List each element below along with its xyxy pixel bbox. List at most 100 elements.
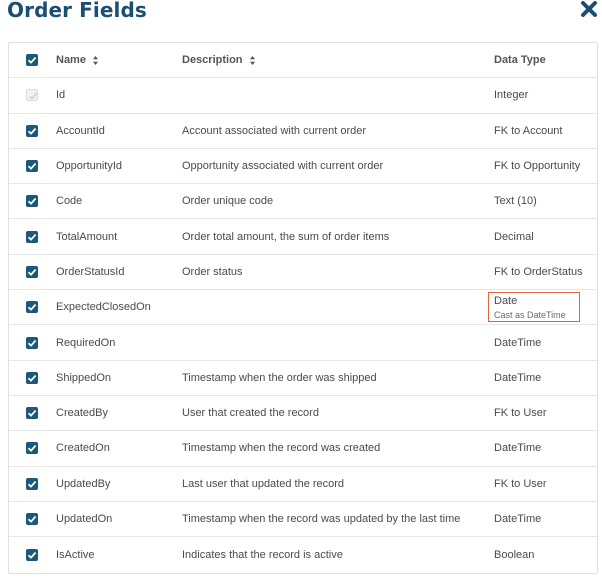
row-checkbox-cell[interactable] bbox=[26, 255, 40, 289]
field-name: ShippedOn bbox=[56, 371, 112, 384]
row-checkbox[interactable] bbox=[26, 477, 38, 490]
table-row[interactable]: TotalAmount Order total amount, the sum o… bbox=[9, 220, 597, 255]
check-icon bbox=[27, 57, 37, 64]
table-row[interactable]: OpportunityId Opportunity associated with… bbox=[9, 149, 597, 185]
field-name: UpdatedBy bbox=[56, 477, 111, 490]
row-checkbox[interactable] bbox=[26, 195, 38, 208]
table-row[interactable]: ShippedOn Timestamp when the order was sh… bbox=[9, 361, 597, 396]
sort-icon[interactable] bbox=[249, 55, 256, 66]
field-name: RequiredOn bbox=[56, 336, 116, 349]
row-checkbox[interactable] bbox=[26, 160, 38, 173]
row-checkbox-cell[interactable] bbox=[26, 361, 40, 395]
field-description: Order status bbox=[182, 265, 243, 278]
row-checkbox-cell[interactable] bbox=[26, 502, 40, 536]
check-icon bbox=[28, 93, 38, 101]
table-row[interactable]: AccountId Account associated with current… bbox=[9, 114, 597, 149]
check-icon bbox=[27, 374, 37, 382]
row-checkbox-cell[interactable] bbox=[26, 290, 40, 324]
check-icon bbox=[27, 480, 37, 488]
row-checkbox[interactable] bbox=[26, 265, 38, 278]
field-description: Order total amount, the sum of order ite… bbox=[182, 230, 390, 243]
check-icon bbox=[27, 127, 37, 135]
field-data-type: FK to Opportunity bbox=[494, 160, 581, 173]
row-checkbox[interactable] bbox=[26, 336, 38, 349]
field-data-type: DateTime bbox=[494, 513, 542, 526]
row-checkbox-cell[interactable] bbox=[26, 431, 40, 465]
row-checkbox-cell[interactable] bbox=[26, 114, 40, 148]
row-checkbox[interactable] bbox=[26, 371, 38, 384]
row-checkbox-cell[interactable] bbox=[26, 467, 40, 501]
row-checkbox-cell bbox=[26, 78, 40, 112]
check-icon bbox=[27, 410, 37, 417]
row-checkbox-cell[interactable] bbox=[26, 396, 40, 430]
data-type-value: Date bbox=[494, 294, 518, 307]
row-checkbox-cell[interactable] bbox=[26, 149, 40, 183]
field-data-type: DateTime bbox=[494, 442, 542, 455]
header-name-label: Name bbox=[56, 54, 86, 67]
row-checkbox-cell[interactable] bbox=[26, 220, 40, 254]
field-data-type: Decimal bbox=[494, 230, 534, 243]
check-icon bbox=[27, 304, 37, 312]
field-name: IsActive bbox=[56, 548, 95, 561]
field-description: Timestamp when the order was shipped bbox=[182, 371, 377, 384]
field-name: Code bbox=[56, 195, 83, 208]
check-icon bbox=[27, 445, 37, 453]
header-description-label: Description bbox=[182, 54, 243, 67]
row-checkbox[interactable] bbox=[26, 442, 38, 455]
field-name: OrderStatusId bbox=[56, 265, 125, 278]
header-data-type-label: Data Type bbox=[494, 54, 546, 67]
select-all-checkbox[interactable] bbox=[26, 54, 38, 67]
check-icon bbox=[27, 339, 37, 347]
table-row[interactable]: CreatedBy User that created the record FK … bbox=[9, 396, 597, 432]
field-name: UpdatedOn bbox=[56, 513, 113, 526]
row-checkbox-cell[interactable] bbox=[26, 325, 40, 359]
close-icon[interactable] bbox=[580, 0, 598, 18]
row-checkbox-cell[interactable] bbox=[26, 537, 40, 572]
row-checkbox[interactable] bbox=[26, 301, 38, 314]
select-all-cell[interactable] bbox=[26, 43, 40, 77]
field-data-type: FK to User bbox=[494, 477, 547, 490]
table-row[interactable]: IsActive Indicates that the record is act… bbox=[9, 537, 597, 572]
row-checkbox[interactable] bbox=[26, 407, 38, 420]
field-description: Indicates that the record is active bbox=[182, 548, 343, 561]
field-description: User that created the record bbox=[182, 407, 319, 420]
field-name: ExpectedClosedOn bbox=[56, 301, 151, 314]
field-name: TotalAmount bbox=[56, 230, 118, 243]
field-data-type: Date Cast as DateTime bbox=[494, 290, 566, 324]
table-row[interactable]: ExpectedClosedOn Date Cast as DateTime bbox=[9, 290, 597, 326]
row-checkbox[interactable] bbox=[26, 124, 38, 137]
table-row[interactable]: RequiredOn DateTime bbox=[9, 325, 597, 361]
fields-table: Name Description Data Type Id Integer Acco… bbox=[8, 42, 598, 574]
table-row[interactable]: UpdatedBy Last user that updated the reco… bbox=[9, 467, 597, 502]
check-icon bbox=[27, 233, 37, 241]
table-row[interactable]: UpdatedOn Timestamp when the record was u… bbox=[9, 502, 597, 538]
check-icon bbox=[27, 515, 37, 523]
field-name: CreatedOn bbox=[56, 442, 110, 455]
field-name: CreatedBy bbox=[56, 407, 108, 420]
table-row[interactable]: Id Integer bbox=[9, 78, 597, 114]
field-data-type: FK to Account bbox=[494, 124, 563, 137]
field-description: Account associated with current order bbox=[182, 124, 367, 137]
field-name: OpportunityId bbox=[56, 160, 123, 173]
field-description: Timestamp when the record was updated by… bbox=[182, 513, 461, 526]
row-checkbox bbox=[26, 89, 38, 102]
field-data-type: FK to OrderStatus bbox=[494, 265, 583, 278]
table-row[interactable]: Code Order unique code Text (10) bbox=[9, 184, 597, 220]
table-row[interactable]: OrderStatusId Order status FK to OrderStat… bbox=[9, 255, 597, 291]
field-data-type: DateTime bbox=[494, 336, 542, 349]
check-icon bbox=[27, 198, 37, 206]
header-description[interactable]: Description bbox=[182, 43, 256, 77]
row-checkbox-cell[interactable] bbox=[26, 184, 40, 218]
row-checkbox[interactable] bbox=[26, 513, 38, 526]
field-name: AccountId bbox=[56, 124, 105, 137]
row-checkbox[interactable] bbox=[26, 548, 38, 561]
field-description: Opportunity associated with current orde… bbox=[182, 160, 384, 173]
table-header: Name Description Data Type bbox=[9, 43, 597, 79]
row-checkbox[interactable] bbox=[26, 230, 38, 243]
header-name[interactable]: Name bbox=[56, 43, 99, 77]
field-description: Last user that updated the record bbox=[182, 477, 345, 490]
field-data-type: DateTime bbox=[494, 371, 542, 384]
table-row[interactable]: CreatedOn Timestamp when the record was c… bbox=[9, 431, 597, 467]
sort-icon[interactable] bbox=[92, 55, 99, 66]
header-data-type: Data Type bbox=[494, 43, 546, 77]
